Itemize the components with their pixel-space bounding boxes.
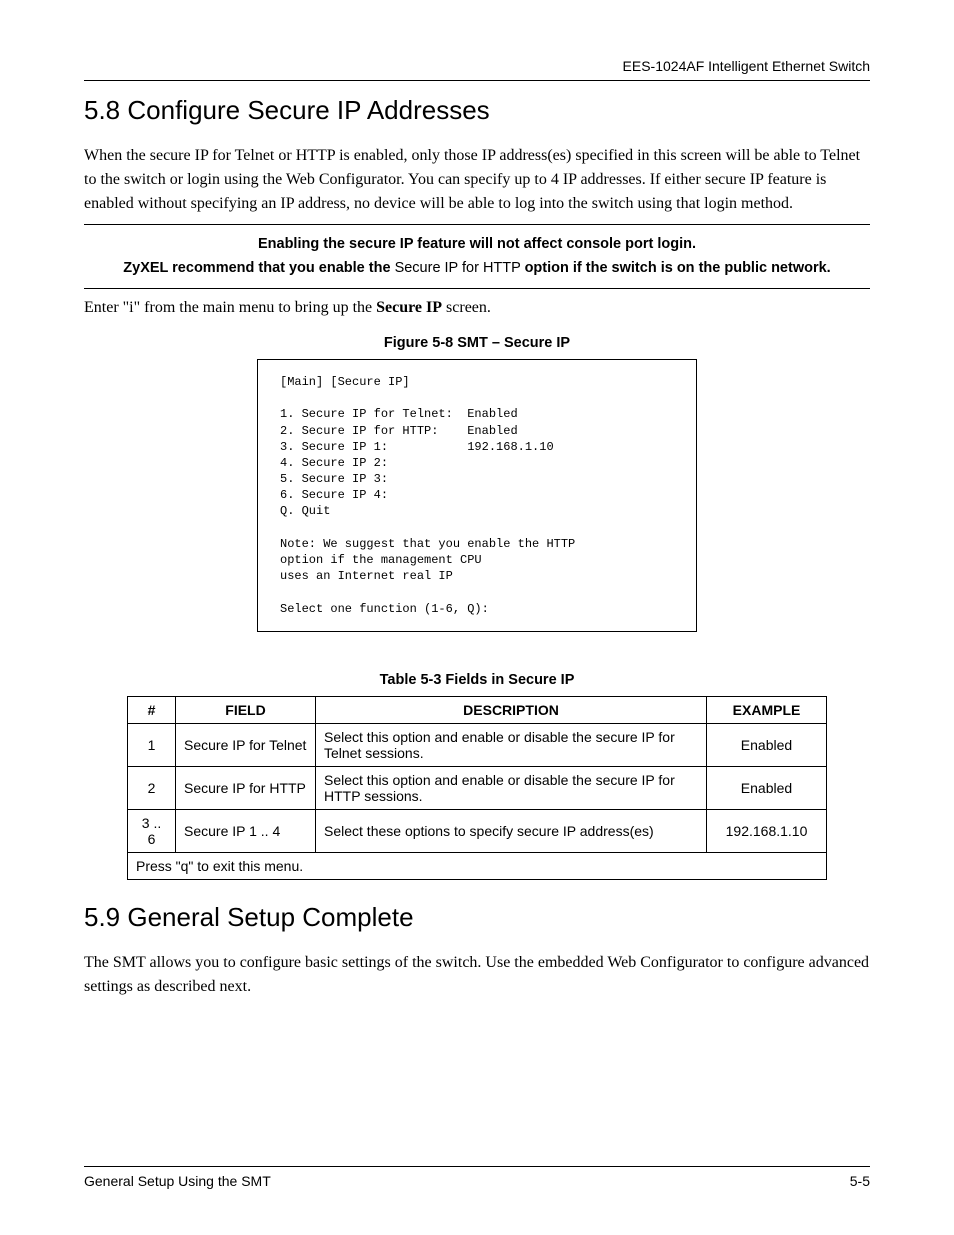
figure-caption: Figure 5-8 SMT – Secure IP [84,335,870,351]
section-5-9-paragraph: The SMT allows you to configure basic se… [84,951,870,999]
enter-post: screen. [442,299,491,316]
enter-instruction: Enter "i" from the main menu to bring up… [84,299,870,317]
cell-num: 3 .. 6 [128,809,176,852]
note-line-2: ZyXEL recommend that you enable the Secu… [94,257,860,279]
table-header-row: # FIELD DESCRIPTION EXAMPLE [128,696,827,723]
footer-left: General Setup Using the SMT [84,1173,271,1189]
cell-desc: Select these options to specify secure I… [316,809,707,852]
cell-field: Secure IP for HTTP [176,766,316,809]
th-ex: EXAMPLE [707,696,827,723]
th-desc: DESCRIPTION [316,696,707,723]
table-footer-row: Press "q" to exit this menu. [128,852,827,879]
enter-bold: Secure IP [376,299,442,316]
note-line-1: Enabling the secure IP feature will not … [94,233,860,255]
note-line-2-mid: Secure IP for HTTP [395,260,525,276]
page-header: EES-1024AF Intelligent Ethernet Switch [84,58,870,81]
section-5-8-heading: 5.8 Configure Secure IP Addresses [84,95,870,126]
note-block: Enabling the secure IP feature will not … [84,224,870,289]
note-line-2-bold-post: option if the switch is on the public ne… [525,260,831,276]
cell-ex: 192.168.1.10 [707,809,827,852]
fields-table: # FIELD DESCRIPTION EXAMPLE 1 Secure IP … [127,696,827,880]
note-line-2-bold-pre: ZyXEL recommend that you enable the [123,260,394,276]
cell-desc: Select this option and enable or disable… [316,723,707,766]
cell-ex: Enabled [707,723,827,766]
th-num: # [128,696,176,723]
table-row: 3 .. 6 Secure IP 1 .. 4 Select these opt… [128,809,827,852]
cell-num: 2 [128,766,176,809]
page-footer: General Setup Using the SMT 5-5 [84,1166,870,1189]
cell-ex: Enabled [707,766,827,809]
table-footer-text: Press "q" to exit this menu. [128,852,827,879]
cell-field: Secure IP for Telnet [176,723,316,766]
footer-right: 5-5 [850,1173,870,1189]
header-product-name: EES-1024AF Intelligent Ethernet Switch [84,58,870,74]
cell-desc: Select this option and enable or disable… [316,766,707,809]
section-5-8-paragraph: When the secure IP for Telnet or HTTP is… [84,144,870,216]
section-5-9-heading: 5.9 General Setup Complete [84,902,870,933]
cell-num: 1 [128,723,176,766]
table-row: 1 Secure IP for Telnet Select this optio… [128,723,827,766]
smt-secure-ip-screen: [Main] [Secure IP] 1. Secure IP for Teln… [257,359,697,632]
cell-field: Secure IP 1 .. 4 [176,809,316,852]
enter-pre: Enter "i" from the main menu to bring up… [84,299,376,316]
th-field: FIELD [176,696,316,723]
table-caption: Table 5-3 Fields in Secure IP [84,672,870,688]
table-row: 2 Secure IP for HTTP Select this option … [128,766,827,809]
